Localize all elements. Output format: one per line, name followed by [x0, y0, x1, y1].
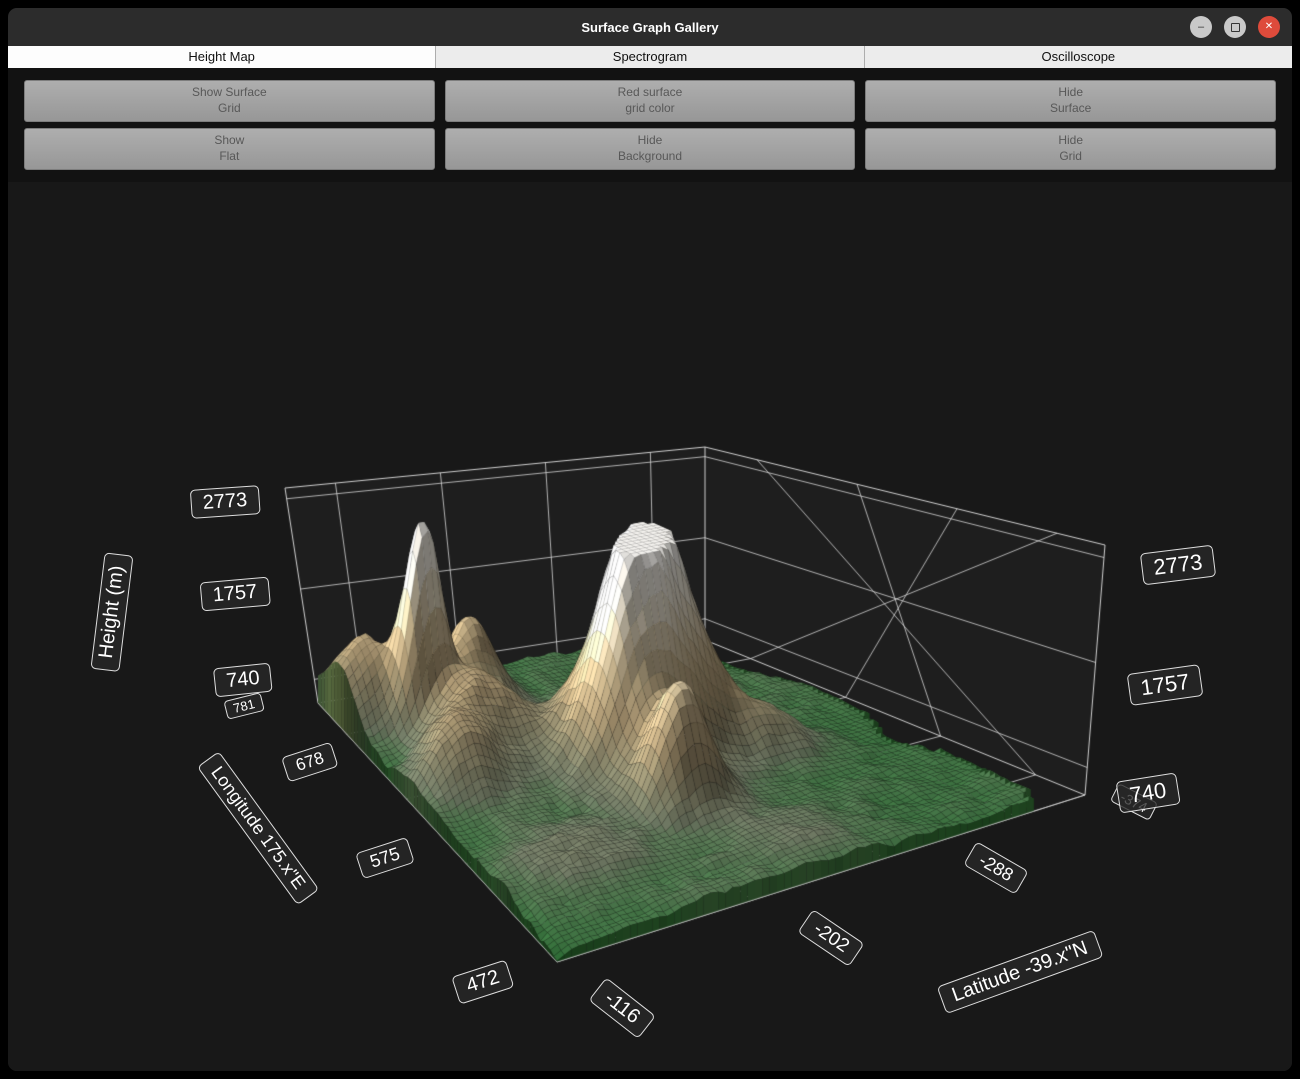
hide-background-button[interactable]: Hide Background	[445, 128, 856, 170]
maximize-icon	[1231, 23, 1240, 32]
minimize-button[interactable]: –	[1190, 16, 1212, 38]
tab-label: Oscilloscope	[1041, 49, 1115, 64]
show-surface-grid-button[interactable]: Show Surface Grid	[24, 80, 435, 122]
tab-label: Height Map	[188, 49, 254, 64]
hide-grid-button[interactable]: Hide Grid	[865, 128, 1276, 170]
titlebar: Surface Graph Gallery – ✕	[8, 8, 1292, 46]
tab-spectrogram[interactable]: Spectrogram	[436, 46, 864, 68]
window-controls: – ✕	[1190, 16, 1280, 38]
button-label: Red surface	[618, 85, 683, 101]
surface-3d-canvas[interactable]	[8, 182, 1292, 1071]
button-label: Grid	[1059, 149, 1082, 165]
close-button[interactable]: ✕	[1258, 16, 1280, 38]
red-surface-grid-color-button[interactable]: Red surface grid color	[445, 80, 856, 122]
button-label: Show	[214, 133, 244, 149]
button-label: Show Surface	[192, 85, 267, 101]
close-icon: ✕	[1265, 22, 1273, 32]
surface-plot-area: Height (m)27731757740781Longitude 175.x"…	[8, 182, 1292, 1071]
button-label: Hide	[638, 133, 663, 149]
tab-height-map[interactable]: Height Map	[8, 46, 436, 68]
control-button-panel: Show Surface Grid Red surface grid color…	[8, 68, 1292, 182]
button-label: Background	[618, 149, 682, 165]
tab-oscilloscope[interactable]: Oscilloscope	[865, 46, 1292, 68]
minimize-icon: –	[1198, 22, 1204, 33]
tab-label: Spectrogram	[613, 49, 687, 64]
tab-bar: Height Map Spectrogram Oscilloscope	[8, 46, 1292, 68]
app-window: Surface Graph Gallery – ✕ Height Map Spe…	[8, 8, 1292, 1071]
button-label: Hide	[1058, 85, 1083, 101]
window-title: Surface Graph Gallery	[581, 20, 718, 35]
button-label: Hide	[1058, 133, 1083, 149]
button-label: Grid	[218, 101, 241, 117]
button-label: Flat	[219, 149, 239, 165]
button-label: grid color	[625, 101, 674, 117]
button-label: Surface	[1050, 101, 1091, 117]
maximize-button[interactable]	[1224, 16, 1246, 38]
hide-surface-button[interactable]: Hide Surface	[865, 80, 1276, 122]
show-flat-button[interactable]: Show Flat	[24, 128, 435, 170]
